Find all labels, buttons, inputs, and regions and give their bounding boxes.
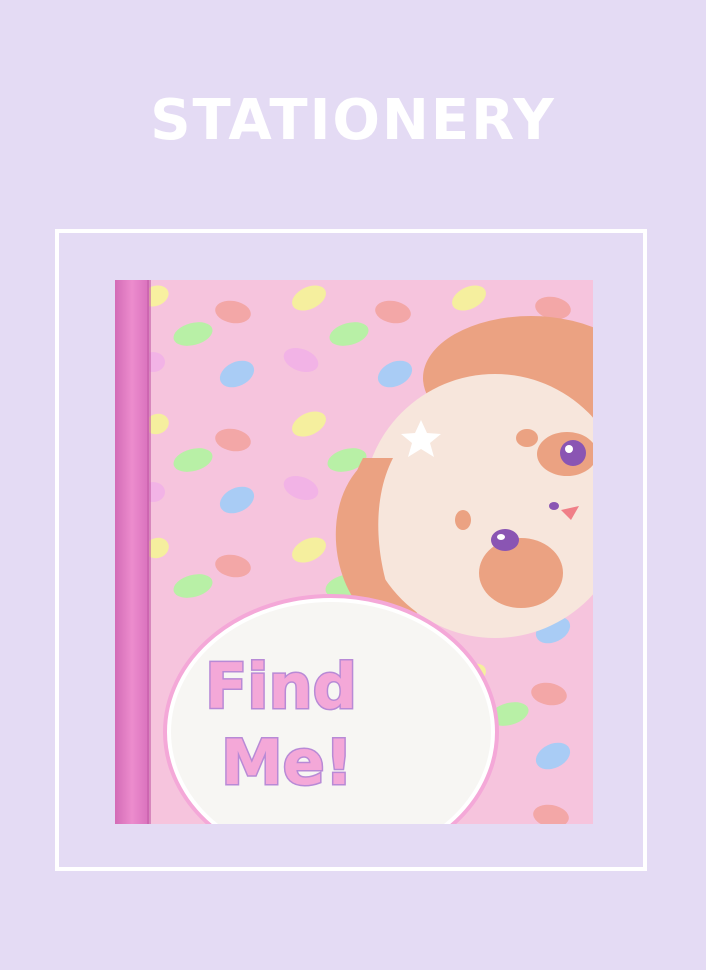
cover-title-line1: Find [205,650,357,723]
binder-spine [115,280,149,824]
binder-cover [147,280,593,824]
binder-product-image: Find Me! [113,278,595,824]
page-heading: STATIONERY [150,88,556,153]
cover-title-line2: Me! [221,726,353,799]
binder-illustration: Find Me! [115,280,593,824]
